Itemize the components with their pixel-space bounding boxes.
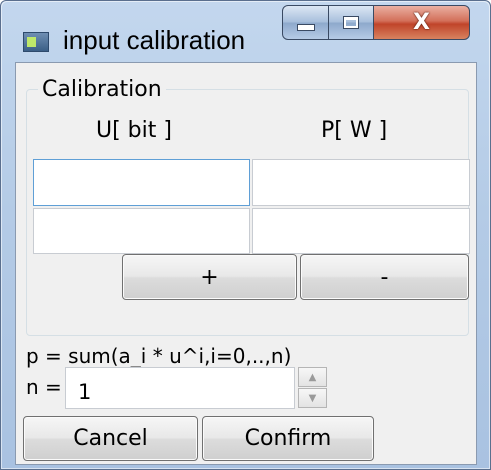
remove-row-button[interactable]: - <box>300 254 469 300</box>
column-header-u: U[ bit ] <box>96 118 172 143</box>
title-bar[interactable]: input calibration X <box>1 1 490 61</box>
maximize-button[interactable] <box>328 5 374 40</box>
close-button[interactable]: X <box>373 5 470 40</box>
p-input-row-2[interactable] <box>252 208 470 254</box>
confirm-button[interactable]: Confirm <box>202 416 374 461</box>
dialog-window: input calibration X Calibration U[ bit ]… <box>0 0 491 470</box>
maximize-icon <box>343 16 359 29</box>
p-input-row-1[interactable] <box>252 159 470 206</box>
u-input-row-1[interactable] <box>33 159 250 206</box>
app-icon <box>23 32 49 52</box>
degree-input[interactable] <box>65 367 295 409</box>
u-input-row-2[interactable] <box>33 208 250 254</box>
add-row-button[interactable]: + <box>122 254 297 300</box>
minimize-button[interactable] <box>282 5 329 40</box>
arrow-down-icon: ▼ <box>308 392 317 404</box>
calibration-group-title: Calibration <box>38 77 166 102</box>
minimize-icon <box>296 24 315 31</box>
polynomial-formula: p = sum(a_i * u^i,i=0,..,n) <box>26 344 292 368</box>
spin-up-button[interactable]: ▲ <box>298 367 327 387</box>
column-header-p: P[ W ] <box>321 118 388 143</box>
dialog-content: Calibration U[ bit ] P[ W ] + - p = sum(… <box>15 62 477 465</box>
window-title: input calibration <box>63 25 246 55</box>
degree-label: n = <box>26 375 62 399</box>
cancel-button[interactable]: Cancel <box>23 416 198 461</box>
spin-down-button[interactable]: ▼ <box>298 388 327 408</box>
close-icon: X <box>413 10 430 35</box>
arrow-up-icon: ▲ <box>308 371 317 383</box>
